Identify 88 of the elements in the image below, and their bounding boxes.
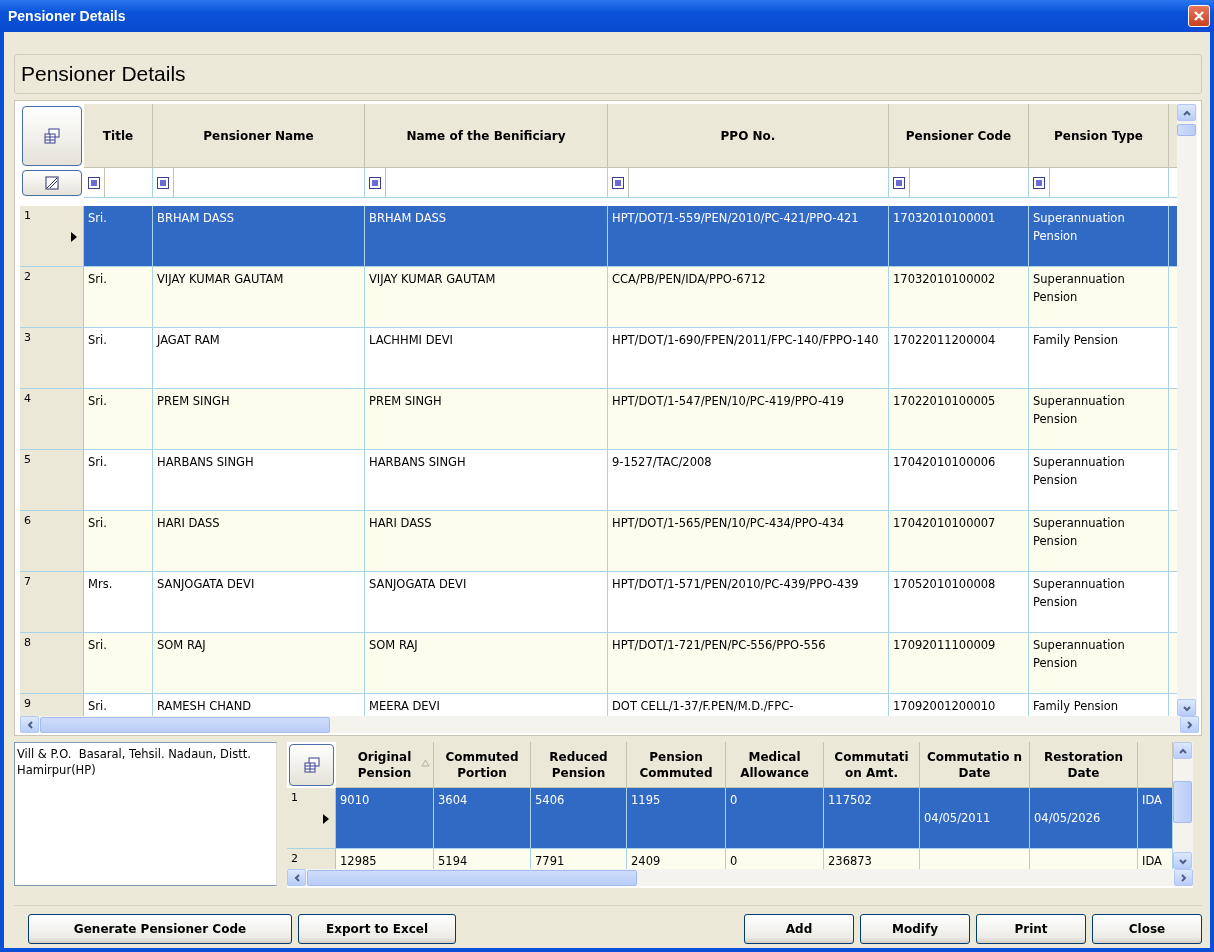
scroll-up-button[interactable] — [1173, 742, 1192, 759]
row-pointer-icon — [323, 814, 329, 824]
row-pointer-icon — [71, 232, 77, 242]
column-header[interactable]: Medical Allowance — [726, 742, 824, 788]
table-row[interactable]: 1 Sri. BRHAM DASS BRHAM DASS HPT/DOT/1-559/PEN/2010/PC-421/PPO-421 17032010100001 Superannuation Pension — [20, 206, 1178, 267]
column-header[interactable]: Title — [84, 104, 153, 168]
row-header[interactable]: 5 — [20, 450, 84, 511]
sort-arrow-icon — [421, 759, 430, 767]
row-number: 1 — [24, 209, 31, 222]
row-header[interactable]: 1 — [20, 206, 84, 267]
column-header[interactable]: Pension Type — [1029, 104, 1169, 168]
column-chooser-button[interactable] — [289, 744, 334, 786]
filter-operator-icon[interactable] — [157, 176, 169, 189]
action-button[interactable]: Add — [744, 914, 854, 944]
address-field[interactable]: Vill & P.O. Basaral, Tehsil. Nadaun, Distt. Hamirpur(HP) — [14, 742, 277, 886]
row-header[interactable]: 3 — [20, 328, 84, 389]
scroll-left-button[interactable] — [20, 716, 39, 733]
row-number: 5 — [24, 453, 31, 466]
table-row[interactable]: 6 Sri. HARI DASS HARI DASS HPT/DOT/1-565/PEN/10/PC-434/PPO-434 17042010100007 Superannuation Pension — [20, 511, 1178, 572]
table-row[interactable]: 7 Mrs. SANJOGATA DEVI SANJOGATA DEVI HPT/DOT/1-571/PEN/2010/PC-439/PPO-439 17052010100008 Superannuation Pension — [20, 572, 1178, 633]
scroll-thumb[interactable] — [307, 869, 637, 886]
table-row[interactable]: 2 12985 5194 7791 2409 0 236873 IDA — [287, 849, 1173, 869]
row-header[interactable]: 2 — [287, 849, 336, 869]
row-number: 1 — [291, 791, 298, 804]
column-header[interactable]: PPO No. — [608, 104, 889, 168]
column-header[interactable]: Original Pension — [336, 742, 434, 788]
row-number: 7 — [24, 575, 31, 588]
form-heading: Pensioner Details — [14, 54, 1202, 94]
row-header[interactable]: 6 — [20, 511, 84, 572]
filter-operator-icon[interactable] — [612, 176, 624, 189]
scroll-left-button[interactable] — [287, 869, 306, 886]
row-number: 2 — [291, 852, 298, 865]
scroll-down-button[interactable] — [1177, 699, 1197, 716]
horizontal-scrollbar[interactable] — [20, 716, 1199, 733]
table-row[interactable]: 4 Sri. PREM SINGH PREM SINGH HPT/DOT/1-547/PEN/10/PC-419/PPO-419 17022010100005 Superannuation Pension — [20, 389, 1178, 450]
row-header[interactable]: 1 — [287, 788, 336, 849]
column-header[interactable]: Commutatio n Date — [920, 742, 1030, 788]
row-number: 2 — [24, 270, 31, 283]
row-number: 6 — [24, 514, 31, 527]
action-button[interactable]: Close — [1092, 914, 1202, 944]
window-title: Pensioner Details — [8, 8, 126, 24]
action-button[interactable]: Print — [976, 914, 1086, 944]
table-row[interactable]: 3 Sri. JAGAT RAM LACHHMI DEVI HPT/DOT/1-690/FPEN/2011/FPC-140/FPPO-140 17022011200004 Family Pension — [20, 328, 1178, 389]
table-row[interactable]: 5 Sri. HARBANS SINGH HARBANS SINGH 9-1527/TAC/2008 17042010100006 Superannuation Pension — [20, 450, 1178, 511]
scroll-thumb[interactable] — [40, 716, 330, 733]
row-number: 8 — [24, 636, 31, 649]
row-header[interactable]: 7 — [20, 572, 84, 633]
column-header[interactable]: Restoration Date — [1030, 742, 1138, 788]
row-number: 4 — [24, 392, 31, 405]
scroll-thumb[interactable] — [1173, 781, 1192, 823]
vertical-scrollbar[interactable] — [1177, 104, 1197, 716]
filter-clear-button[interactable] — [22, 170, 82, 196]
close-icon — [1193, 10, 1205, 22]
table-row[interactable]: 1 9010 3604 5406 1195 0 117502 04/05/2011 04/05/2026 IDA — [287, 788, 1173, 849]
column-chooser-icon — [302, 756, 321, 774]
scroll-right-button[interactable] — [1174, 869, 1193, 886]
filter-operator-icon[interactable] — [1033, 176, 1045, 189]
row-number: 3 — [24, 331, 31, 344]
table-row[interactable]: 8 Sri. SOM RAJ SOM RAJ HPT/DOT/1-721/PEN/PC-556/PPO-556 17092011100009 Superannuation Pension — [20, 633, 1178, 694]
filter-operator-icon[interactable] — [893, 176, 905, 189]
filter-operator-icon[interactable] — [88, 176, 100, 189]
row-header[interactable]: 4 — [20, 389, 84, 450]
filter-clear-icon — [45, 176, 59, 190]
column-header[interactable]: Pension Commuted — [627, 742, 726, 788]
column-header[interactable]: Reduced Pension — [531, 742, 627, 788]
column-chooser-icon — [43, 127, 61, 145]
horizontal-scrollbar[interactable] — [287, 869, 1193, 886]
scroll-up-button[interactable] — [1177, 104, 1197, 121]
scroll-right-button[interactable] — [1180, 716, 1199, 733]
scroll-down-button[interactable] — [1173, 852, 1192, 869]
column-chooser-button[interactable] — [22, 106, 82, 166]
action-button[interactable]: Export to Excel — [298, 914, 456, 944]
row-header[interactable]: 9 — [20, 694, 84, 716]
column-header[interactable]: Name of the Benificiary — [365, 104, 608, 168]
row-header[interactable]: 8 — [20, 633, 84, 694]
row-header[interactable]: 2 — [20, 267, 84, 328]
column-header[interactable]: Commuted Portion — [434, 742, 531, 788]
close-button[interactable] — [1188, 5, 1210, 27]
filter-operator-icon[interactable] — [369, 176, 381, 189]
column-header[interactable]: Pensioner Name — [153, 104, 365, 168]
column-header[interactable]: Pensioner Code — [889, 104, 1029, 168]
action-button[interactable]: Generate Pensioner Code — [28, 914, 292, 944]
table-row[interactable]: 2 Sri. VIJAY KUMAR GAUTAM VIJAY KUMAR GAUTAM CCA/PB/PEN/IDA/PPO-6712 17032010100002 Superannuation Pension — [20, 267, 1178, 328]
action-button[interactable]: Modify — [860, 914, 970, 944]
row-number: 9 — [24, 697, 31, 710]
scroll-thumb[interactable] — [1177, 124, 1197, 136]
column-header[interactable]: Commutati on Amt. — [824, 742, 920, 788]
vertical-scrollbar[interactable] — [1173, 742, 1193, 869]
